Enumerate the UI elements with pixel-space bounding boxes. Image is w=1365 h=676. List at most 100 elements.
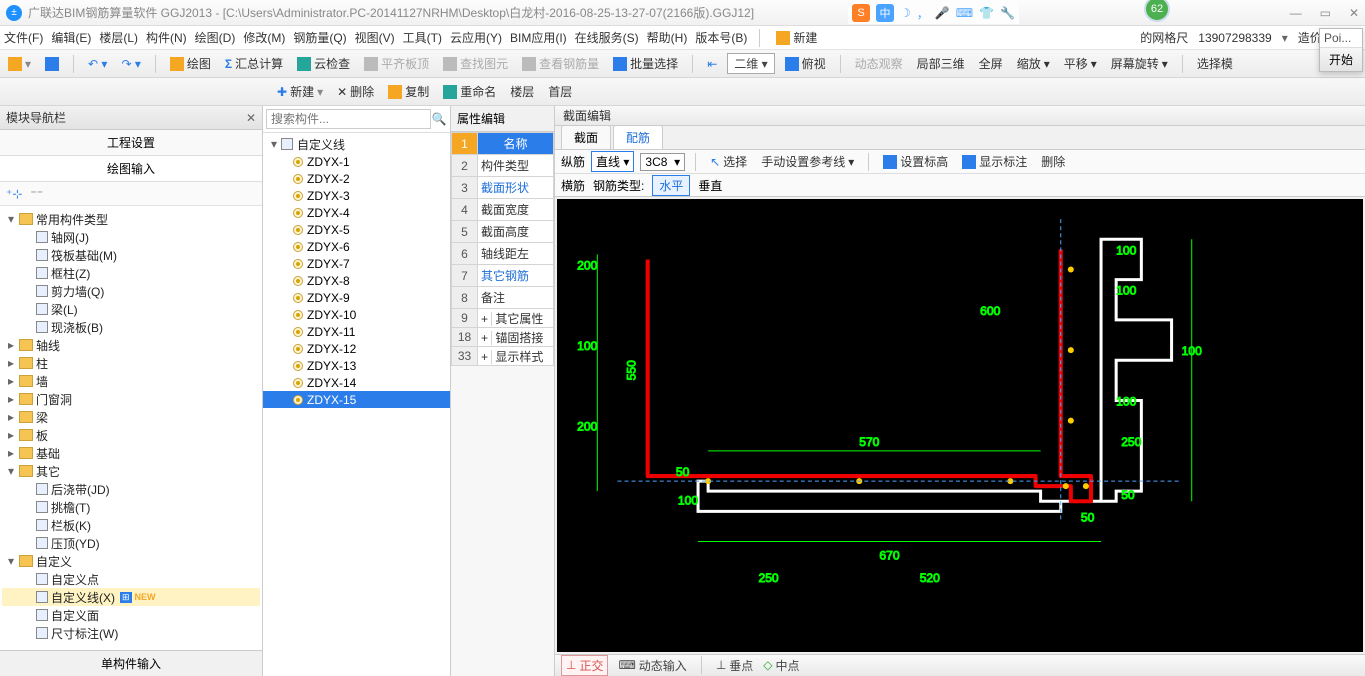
- menu-edit[interactable]: 编辑(E): [51, 29, 91, 46]
- prop-section-shape[interactable]: 截面形状: [478, 177, 554, 199]
- menu-bim[interactable]: BIM应用(I): [510, 29, 567, 46]
- row-header[interactable]: 1: [452, 133, 478, 155]
- prev-button[interactable]: ⇤: [703, 55, 721, 73]
- mid-snap[interactable]: ◇中点: [763, 657, 799, 674]
- delete-button[interactable]: 删除: [1037, 151, 1069, 172]
- save-button[interactable]: [41, 55, 63, 73]
- prop-type[interactable]: 构件类型: [478, 155, 554, 177]
- tree-item[interactable]: ▸墙: [2, 372, 260, 390]
- tree-item[interactable]: 筏板基础(M): [2, 246, 260, 264]
- close-button[interactable]: ✕: [1349, 6, 1359, 20]
- tree-item[interactable]: 尺寸标注(W): [2, 624, 260, 642]
- menu-help[interactable]: 帮助(H): [647, 29, 688, 46]
- tree-item[interactable]: ▸梁: [2, 408, 260, 426]
- menu-online[interactable]: 在线服务(S): [575, 29, 639, 46]
- show-dim-button[interactable]: 显示标注: [958, 151, 1031, 172]
- open-button[interactable]: ▾: [4, 55, 35, 73]
- tree-item[interactable]: 挑檐(T): [2, 498, 260, 516]
- select-button[interactable]: ↖ 选择: [706, 151, 751, 172]
- list-item[interactable]: ZDYX-7: [263, 255, 450, 272]
- comp-root[interactable]: ▾自定义线: [263, 135, 450, 153]
- pan-button[interactable]: 平移 ▾: [1060, 53, 1101, 74]
- screen-rotate-button[interactable]: 屏幕旋转 ▾: [1107, 53, 1172, 74]
- tree-item[interactable]: 现浇板(B): [2, 318, 260, 336]
- row-header[interactable]: 5: [452, 221, 478, 243]
- search-icon[interactable]: 🔍: [431, 112, 447, 126]
- tree-item[interactable]: 梁(L): [2, 300, 260, 318]
- tree-item[interactable]: ▸门窗洞: [2, 390, 260, 408]
- tree-root-other[interactable]: ▾其它: [2, 462, 260, 480]
- nav-tab-single[interactable]: 单构件输入: [0, 650, 262, 676]
- menu-rebar[interactable]: 钢筋量(Q): [293, 29, 346, 46]
- dyn-observe-button[interactable]: 动态观察: [851, 53, 907, 74]
- perp-snap[interactable]: ⊥垂点: [716, 657, 753, 674]
- collapse-icon[interactable]: ⁻⁻: [30, 187, 43, 201]
- tree-item[interactable]: ▸基础: [2, 444, 260, 462]
- cad-canvas[interactable]: 200 100 200 550 570 600 670 250 520 100 …: [557, 199, 1363, 652]
- flat-top-button[interactable]: 平齐板顶: [360, 53, 433, 74]
- list-item[interactable]: ZDYX-8: [263, 272, 450, 289]
- tree-item[interactable]: 框柱(Z): [2, 264, 260, 282]
- nav-close-button[interactable]: ✕: [246, 111, 256, 125]
- list-item[interactable]: ZDYX-14: [263, 374, 450, 391]
- manual-refline-button[interactable]: 手动设置参考线 ▾: [757, 151, 858, 172]
- tree-root-common[interactable]: ▾常用构件类型: [2, 210, 260, 228]
- prop-name[interactable]: 名称: [478, 133, 554, 155]
- mid-first-button[interactable]: 首层: [544, 81, 576, 102]
- list-item[interactable]: ZDYX-11: [263, 323, 450, 340]
- mid-copy-button[interactable]: 复制: [384, 81, 433, 102]
- row-header[interactable]: 2: [452, 155, 478, 177]
- mid-del-button[interactable]: ✕ 删除: [333, 81, 378, 102]
- expand-icon[interactable]: ⁺⊹: [6, 187, 22, 201]
- row-header[interactable]: 7: [452, 265, 478, 287]
- tree-item[interactable]: 轴网(J): [2, 228, 260, 246]
- row-header[interactable]: 33: [452, 347, 478, 366]
- list-item[interactable]: ZDYX-13: [263, 357, 450, 374]
- list-item[interactable]: ZDYX-10: [263, 306, 450, 323]
- tree-item[interactable]: 自定义面: [2, 606, 260, 624]
- local-3d-button[interactable]: 局部三维: [913, 53, 969, 74]
- menu-component[interactable]: 构件(N): [146, 29, 187, 46]
- tree-item[interactable]: 栏板(K): [2, 516, 260, 534]
- list-item[interactable]: ZDYX-12: [263, 340, 450, 357]
- tree-item[interactable]: ▸板: [2, 426, 260, 444]
- redo-button[interactable]: ↷ ▾: [117, 55, 144, 73]
- mid-floor-button[interactable]: 楼层: [506, 81, 538, 102]
- set-elev-button[interactable]: 设置标高: [879, 151, 952, 172]
- row-header[interactable]: 9: [452, 309, 478, 328]
- row-header[interactable]: 18: [452, 328, 478, 347]
- sum-button[interactable]: Σ 汇总计算: [221, 53, 287, 74]
- list-item[interactable]: ZDYX-3: [263, 187, 450, 204]
- list-item[interactable]: ZDYX-4: [263, 204, 450, 221]
- find-element-button[interactable]: 查找图元: [439, 53, 512, 74]
- fullscreen-button[interactable]: 全屏: [975, 53, 1007, 74]
- row-header[interactable]: 4: [452, 199, 478, 221]
- select-mode-button[interactable]: 选择模: [1193, 53, 1237, 74]
- minimize-button[interactable]: —: [1290, 6, 1302, 20]
- undo-button[interactable]: ↶ ▾: [84, 55, 111, 73]
- tree-item[interactable]: ▸柱: [2, 354, 260, 372]
- ime-lang-icon[interactable]: 中: [876, 4, 894, 22]
- list-item-selected[interactable]: ZDYX-15: [263, 391, 450, 408]
- batch-select-button[interactable]: 批量选择: [609, 53, 682, 74]
- menu-modify[interactable]: 修改(M): [243, 29, 285, 46]
- menu-version[interactable]: 版本号(B): [695, 29, 747, 46]
- zoom-button[interactable]: 缩放 ▾: [1013, 53, 1054, 74]
- line-type-combo[interactable]: 直线 ▾: [591, 151, 634, 172]
- prop-display[interactable]: + 显示样式: [478, 347, 554, 366]
- nav-tab-project[interactable]: 工程设置: [0, 130, 262, 156]
- tree-item[interactable]: 后浇带(JD): [2, 480, 260, 498]
- list-item[interactable]: ZDYX-9: [263, 289, 450, 306]
- view-rebar-button[interactable]: 查看钢筋量: [518, 53, 603, 74]
- tree-item[interactable]: 剪力墙(Q): [2, 282, 260, 300]
- menu-tool[interactable]: 工具(T): [403, 29, 442, 46]
- menu-floor[interactable]: 楼层(L): [99, 29, 138, 46]
- prop-anchor[interactable]: + 锚固搭接: [478, 328, 554, 347]
- bird-view-button[interactable]: 俯视: [781, 53, 830, 74]
- nav-tab-draw[interactable]: 绘图输入: [0, 156, 262, 182]
- view-mode-combo[interactable]: 二维 ▾: [727, 53, 774, 74]
- row-header[interactable]: 8: [452, 287, 478, 309]
- dyn-input-toggle[interactable]: ⌨动态输入: [618, 657, 686, 674]
- tree-root-custom[interactable]: ▾自定义: [2, 552, 260, 570]
- cloud-check-button[interactable]: 云检查: [293, 53, 354, 74]
